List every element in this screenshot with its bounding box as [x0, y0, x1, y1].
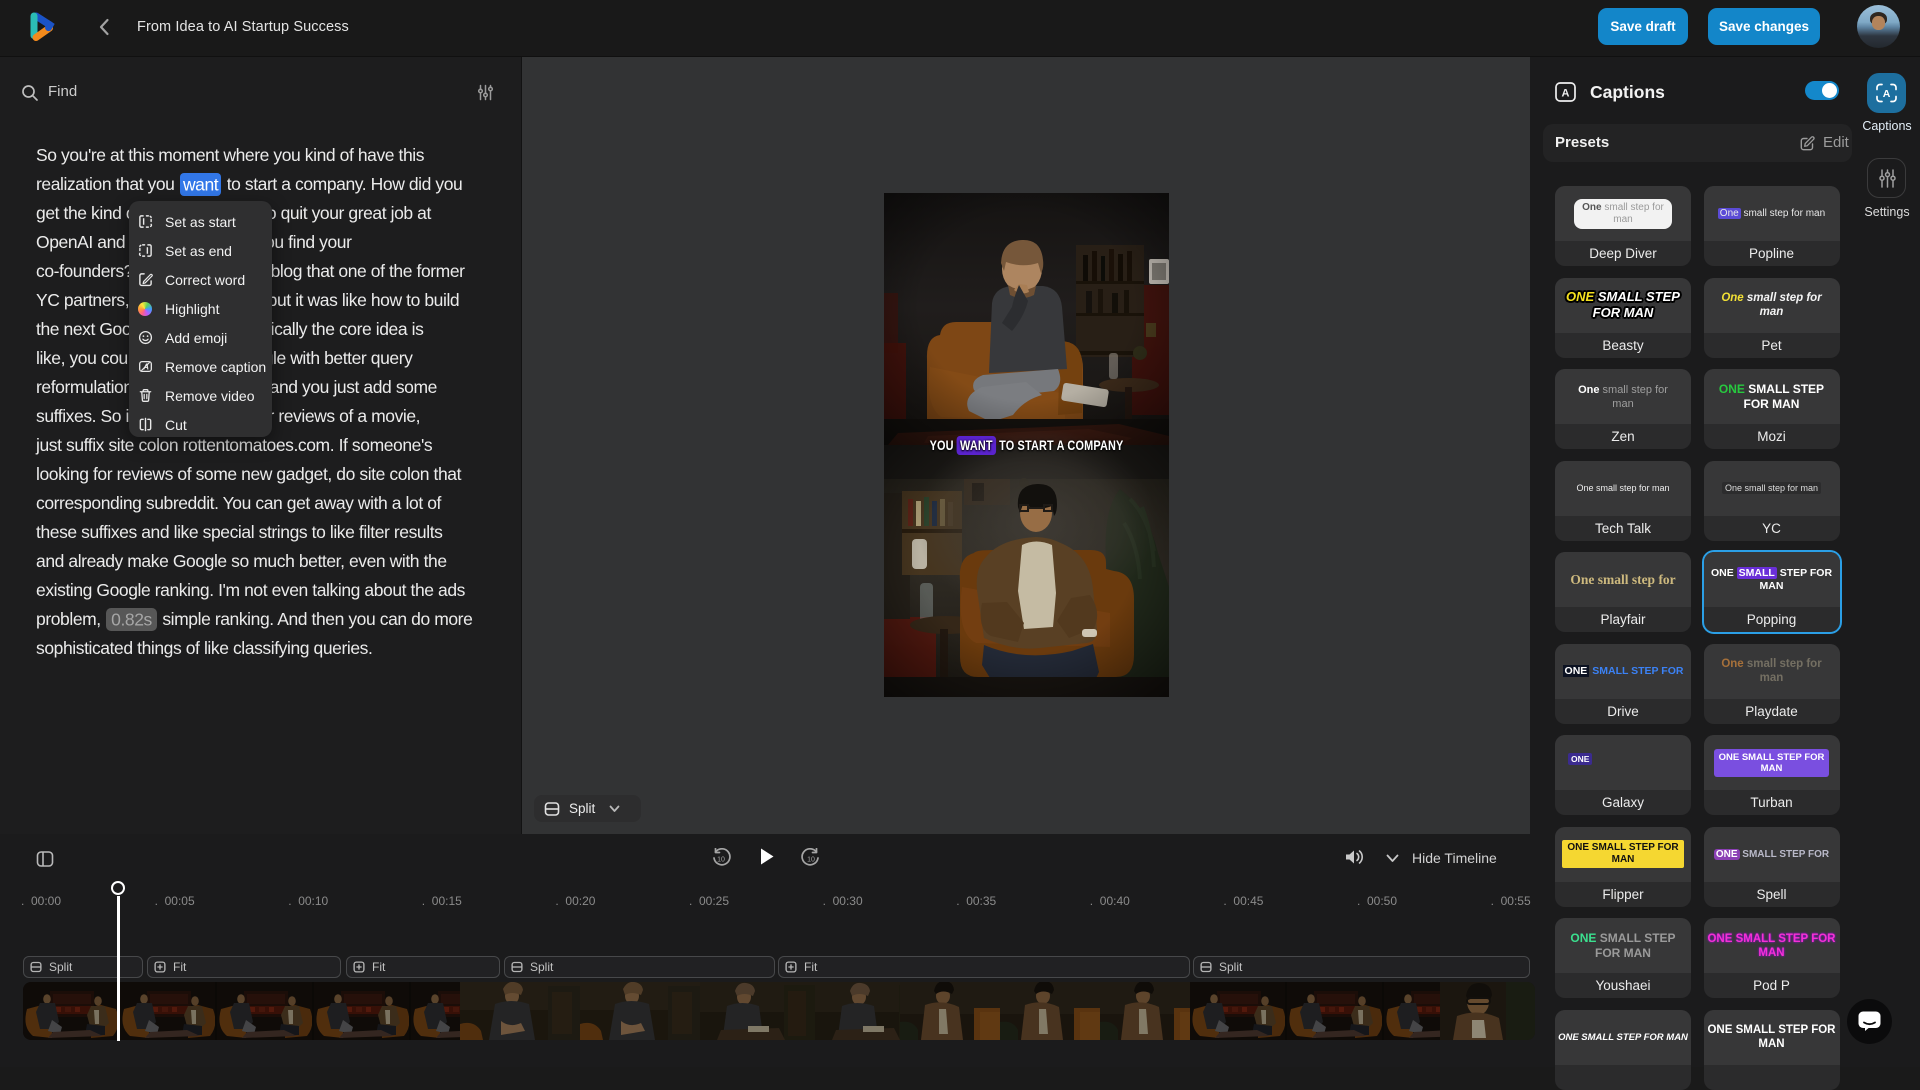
svg-text:A: A — [1883, 88, 1891, 100]
svg-text:10: 10 — [807, 857, 815, 864]
svg-text:A: A — [1562, 88, 1570, 100]
svg-text:10: 10 — [717, 857, 725, 864]
